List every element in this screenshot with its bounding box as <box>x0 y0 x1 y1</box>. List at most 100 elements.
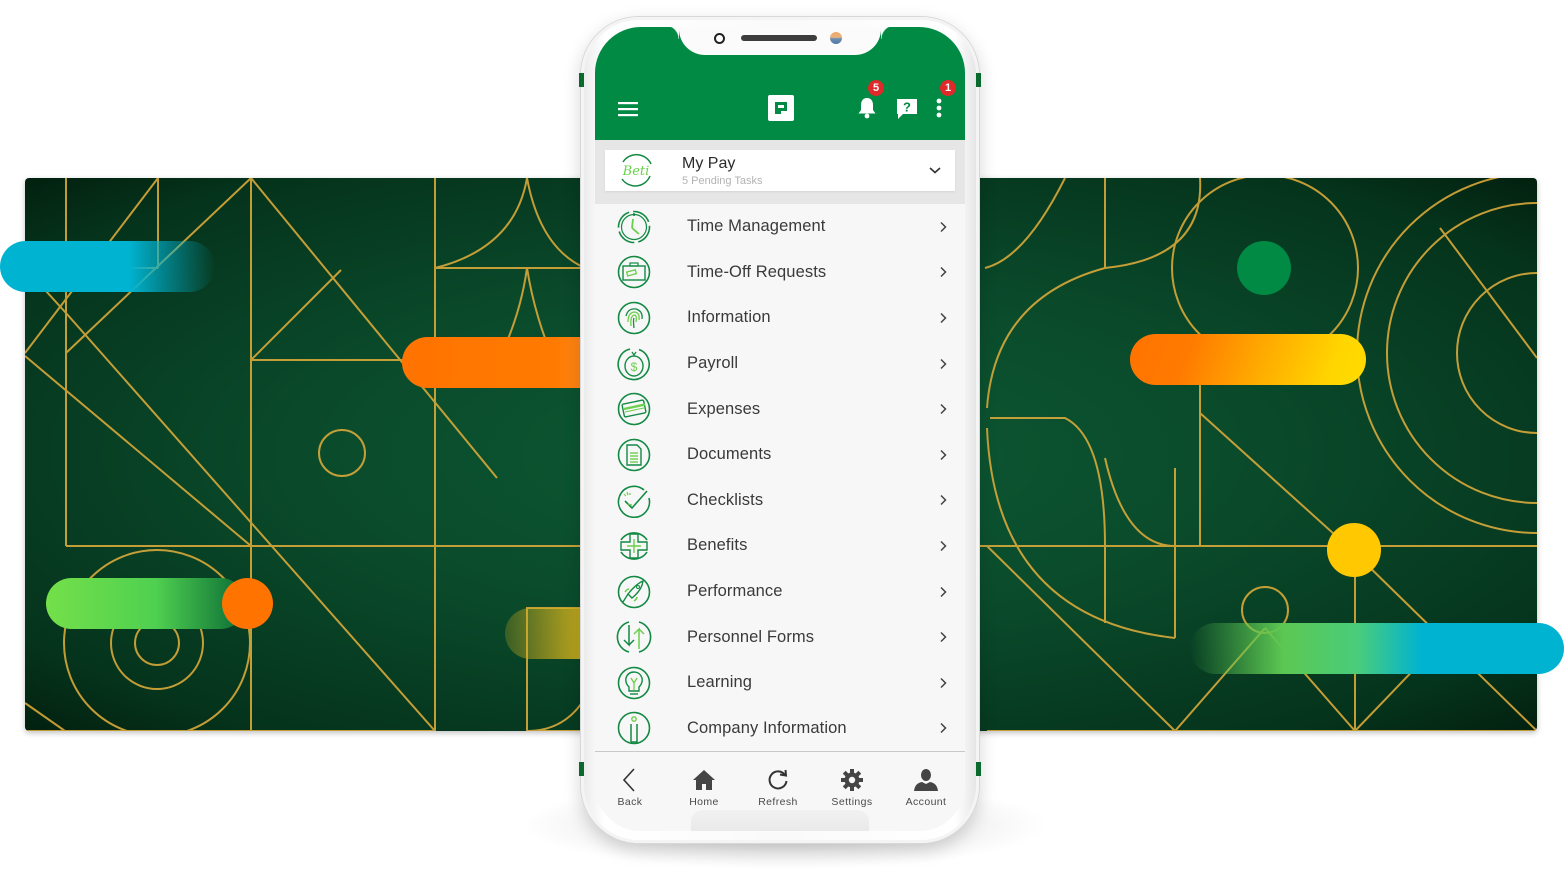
chevron-right-icon <box>940 723 947 734</box>
phone-device: ? 5 1 Beti My Pay 5 Pending Tasks Time M… <box>579 17 981 843</box>
speaker-grille <box>741 35 817 41</box>
svg-text:?: ? <box>903 100 911 115</box>
menu-item-label: Expenses <box>687 399 761 418</box>
context-selector-area: Beti My Pay 5 Pending Tasks <box>595 140 965 204</box>
side-button <box>976 73 981 87</box>
credit-card-icon <box>617 392 651 426</box>
side-button <box>976 762 981 776</box>
back-chevron-icon <box>617 767 643 793</box>
bottom-nav-divider <box>595 751 965 752</box>
chevron-right-icon <box>940 358 947 369</box>
rocket-icon <box>617 575 651 608</box>
bell-icon[interactable] <box>853 93 881 123</box>
menu-item-label: Checklists <box>687 490 764 509</box>
more-count-badge: 1 <box>940 80 956 96</box>
chevron-right-icon <box>940 632 947 643</box>
menu-item-company-information[interactable]: Company Information <box>595 706 965 752</box>
menu-item-performance[interactable]: Performance <box>595 569 965 615</box>
menu-item-information[interactable]: Information <box>595 295 965 341</box>
menu-item-expenses[interactable]: Expenses <box>595 386 965 432</box>
chevron-right-icon <box>940 221 947 232</box>
document-icon <box>617 438 651 472</box>
chevron-right-icon <box>940 267 947 278</box>
camera-icon <box>714 33 725 44</box>
side-button <box>579 762 584 776</box>
home-indicator <box>691 810 869 831</box>
menu-item-label: Learning <box>687 673 753 692</box>
orange-yellow-pill-right <box>1130 334 1366 385</box>
green-dot <box>1237 241 1291 295</box>
chevron-right-icon <box>940 404 947 415</box>
menu-item-learning[interactable]: Learning <box>595 660 965 706</box>
menu-item-label: Information <box>687 308 771 327</box>
menu-item-benefits[interactable]: Benefits <box>595 523 965 569</box>
green-pill-left <box>46 578 246 629</box>
context-title: My Pay <box>682 155 736 172</box>
pending-tasks-label: 5 Pending Tasks <box>682 175 763 187</box>
menu-item-label: Company Information <box>687 718 847 737</box>
lightbulb-icon <box>617 666 651 700</box>
nav-settings-button[interactable]: Settings <box>817 767 887 808</box>
menu-item-checklists[interactable]: Checklists <box>595 478 965 524</box>
menu-item-label: Benefits <box>687 536 748 555</box>
gear-icon <box>839 767 865 793</box>
chevron-right-icon <box>940 677 947 688</box>
app-header: ? 5 1 <box>595 27 965 140</box>
menu-item-documents[interactable]: Documents <box>595 432 965 478</box>
fingerprint-icon <box>617 301 651 335</box>
nav-label: Home <box>689 796 719 808</box>
nav-label: Refresh <box>758 796 798 808</box>
yellow-dot <box>1327 523 1381 577</box>
menu-item-personnel-forms[interactable]: Personnel Forms <box>595 614 965 660</box>
paycom-logo-icon[interactable] <box>766 93 796 123</box>
kebab-menu-icon[interactable] <box>929 93 949 123</box>
notification-count-badge: 5 <box>868 80 884 96</box>
svg-text:Beti: Beti <box>622 164 650 179</box>
menu-item-time-management[interactable]: Time Management <box>595 204 965 250</box>
help-chat-icon[interactable]: ? <box>893 95 921 123</box>
phone-notch <box>665 27 895 55</box>
user-icon <box>913 767 939 793</box>
sensor-icon <box>830 32 842 44</box>
menu-item-label: Payroll <box>687 354 739 373</box>
money-bag-icon: $ <box>617 347 650 380</box>
nav-refresh-button[interactable]: Refresh <box>743 767 813 808</box>
nav-label: Settings <box>831 796 873 808</box>
side-button <box>579 73 584 87</box>
menu-item-label: Time Management <box>687 217 826 236</box>
app-screen: ? 5 1 Beti My Pay 5 Pending Tasks Time M… <box>595 27 965 831</box>
cyan-pill-left <box>0 241 215 292</box>
chevron-right-icon <box>940 495 947 506</box>
menu-item-label: Time-Off Requests <box>687 262 827 281</box>
up-down-arrows-icon <box>616 621 652 653</box>
green-cyan-pill-right <box>1190 623 1564 674</box>
menu-item-label: Performance <box>687 582 783 601</box>
nav-account-button[interactable]: Account <box>891 767 961 808</box>
checkmark-icon <box>617 485 651 519</box>
chevron-right-icon <box>940 586 947 597</box>
info-icon <box>617 712 651 745</box>
orange-dot-left <box>222 578 273 629</box>
menu-item-label: Personnel Forms <box>687 627 815 646</box>
menu-item-time-off-requests[interactable]: Time-Off Requests <box>595 250 965 296</box>
chevron-right-icon <box>940 449 947 460</box>
svg-text:$: $ <box>631 360 638 374</box>
context-selector[interactable]: Beti My Pay 5 Pending Tasks <box>605 150 955 191</box>
nav-back-button[interactable]: Back <box>595 767 665 808</box>
home-icon <box>691 767 717 793</box>
nav-label: Back <box>617 796 643 808</box>
suitcase-icon <box>617 256 651 289</box>
beti-logo-icon: Beti <box>621 153 652 187</box>
menu-item-payroll[interactable]: $ Payroll <box>595 341 965 387</box>
clock-icon <box>617 210 651 244</box>
main-menu-list: Time Management Time-Off Requests Inform… <box>595 204 965 751</box>
nav-home-button[interactable]: Home <box>669 767 739 808</box>
medical-cross-icon <box>620 532 648 560</box>
chevron-right-icon <box>940 540 947 551</box>
refresh-icon <box>765 767 791 793</box>
chevron-down-icon[interactable] <box>927 162 943 178</box>
menu-item-label: Documents <box>687 445 772 464</box>
chevron-right-icon <box>940 312 947 324</box>
hamburger-icon[interactable] <box>613 97 643 121</box>
nav-label: Account <box>905 796 947 808</box>
